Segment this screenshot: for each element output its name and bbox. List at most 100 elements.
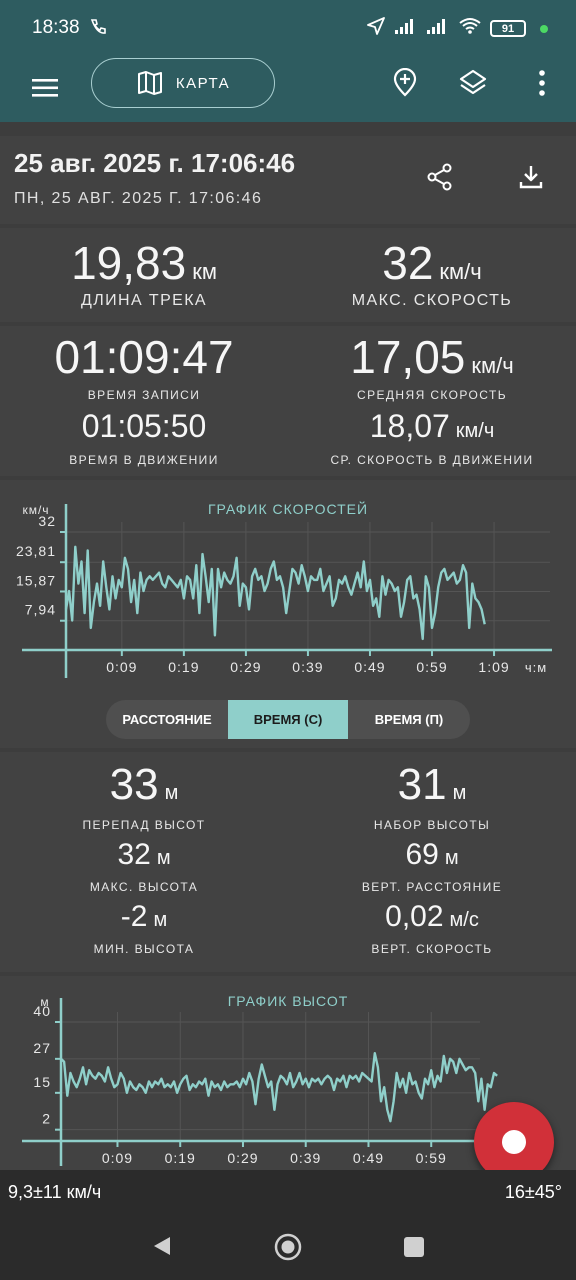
avg-moving-speed-value: 18,07 xyxy=(369,408,450,444)
record-time-label: ВРЕМЯ ЗАПИСИ xyxy=(87,388,201,402)
moving-time-value: 01:05:50 xyxy=(81,408,207,444)
status-bar: 18:38 91 xyxy=(0,0,576,56)
speed-chart[interactable]: ГРАФИК СКОРОСТЕЙкм/ч3223,8115,877,940:09… xyxy=(0,490,576,700)
map-button-label: КАРТА xyxy=(175,74,231,92)
y-tick-label: 15,87 xyxy=(16,572,56,588)
max-speed-stat: 32 км/ч МАКС. СКОРОСТЬ xyxy=(288,236,576,310)
segment-time-elapsed[interactable]: ВРЕМЯ (С) xyxy=(228,700,348,739)
elev-diff-label: ПЕРЕПАД ВЫСОТ xyxy=(82,818,206,832)
elevation-stats-card: 33 м ПЕРЕПАД ВЫСОТ 31 м НАБОР ВЫСОТЫ 32 м М… xyxy=(0,752,576,972)
track-length-unit: км xyxy=(192,259,217,284)
y-tick-label: 40 xyxy=(33,1003,51,1019)
avg-moving-speed-stat: 18,07 км/ч СР. СКОРОСТЬ В ДВИЖЕНИИ xyxy=(288,408,576,467)
y-tick-label: 2 xyxy=(42,1111,51,1127)
vert-dist-label: ВЕРТ. РАССТОЯНИЕ xyxy=(361,880,503,894)
share-icon[interactable] xyxy=(425,162,455,192)
track-length-stat: 19,83 км ДЛИНА ТРЕКА xyxy=(0,236,288,310)
back-icon[interactable] xyxy=(150,1234,174,1258)
vert-speed-label: ВЕРТ. СКОРОСТЬ xyxy=(371,942,493,956)
x-tick-label: 0:59 xyxy=(416,659,447,675)
min-elev-value: -2 xyxy=(120,900,148,933)
more-options-icon[interactable] xyxy=(527,68,557,98)
max-speed-label: МАКС. СКОРОСТЬ xyxy=(351,292,513,309)
record-time-value: 01:09:47 xyxy=(54,331,234,383)
elev-gain-value: 31 xyxy=(397,760,447,809)
map-button[interactable]: КАРТА xyxy=(91,58,275,108)
x-tick-label: 0:29 xyxy=(230,659,261,675)
elev-diff-value: 33 xyxy=(109,760,159,809)
vert-speed-stat: 0,02 м/с ВЕРТ. СКОРОСТЬ xyxy=(288,900,576,956)
signal-2-icon xyxy=(426,17,450,40)
elev-gain-unit: м xyxy=(452,782,467,804)
track-length-value: 19,83 xyxy=(71,237,187,289)
add-location-icon[interactable] xyxy=(390,67,420,98)
vert-dist-value: 69 xyxy=(405,838,439,871)
max-speed-unit: км/ч xyxy=(439,259,482,284)
record-icon xyxy=(502,1130,526,1154)
x-tick-label: 0:19 xyxy=(168,659,199,675)
x-tick-label: 0:09 xyxy=(102,1150,133,1166)
download-icon[interactable] xyxy=(516,162,546,192)
record-time-stat: 01:09:47 ВРЕМЯ ЗАПИСИ xyxy=(0,330,288,402)
map-icon xyxy=(137,71,162,95)
max-elev-value: 32 xyxy=(117,838,151,871)
speed-chart-card: ГРАФИК СКОРОСТЕЙ км/ч 32 23,81 15,87 7,94 0:09… xyxy=(0,480,576,748)
wifi-icon xyxy=(458,17,482,40)
x-tick-label: 0:49 xyxy=(354,659,385,675)
max-elev-unit: м xyxy=(156,847,171,869)
elev-gain-label: НАБОР ВЫСОТЫ xyxy=(373,818,491,832)
x-tick-label: 0:09 xyxy=(106,659,137,675)
max-elev-stat: 32 м МАКС. ВЫСОТА xyxy=(0,838,288,894)
avg-moving-speed-unit: км/ч xyxy=(455,420,495,442)
y-tick-label: 23,81 xyxy=(16,543,56,559)
max-elev-label: МАКС. ВЫСОТА xyxy=(89,880,199,894)
gps-heading: 16±45° xyxy=(504,1182,562,1202)
moving-time-label: ВРЕМЯ В ДВИЖЕНИИ xyxy=(69,453,219,467)
elev-gain-stat: 31 м НАБОР ВЫСОТЫ xyxy=(288,760,576,832)
track-length-label: ДЛИНА ТРЕКА xyxy=(80,292,208,309)
track-title: 25 авг. 2025 г. 17:06:46 xyxy=(14,148,296,178)
x-tick-label: 0:49 xyxy=(353,1150,384,1166)
x-tick-label: 1:09 xyxy=(478,659,509,675)
moving-time-stat: 01:05:50 ВРЕМЯ В ДВИЖЕНИИ xyxy=(0,408,288,467)
elev-diff-stat: 33 м ПЕРЕПАД ВЫСОТ xyxy=(0,760,288,832)
recents-icon[interactable] xyxy=(403,1236,425,1258)
chart-mode-selector[interactable]: РАССТОЯНИЕ ВРЕМЯ (С) ВРЕМЯ (П) xyxy=(106,700,470,739)
avg-moving-speed-label: СР. СКОРОСТЬ В ДВИЖЕНИИ xyxy=(330,453,534,467)
y-tick-label: 27 xyxy=(33,1040,51,1056)
layers-icon[interactable] xyxy=(458,68,488,98)
x-tick-label: 0:19 xyxy=(165,1150,196,1166)
app-bar: КАРТА xyxy=(0,56,576,122)
x-axis-unit: ч:м xyxy=(525,660,547,675)
y-tick-label: 32 xyxy=(38,513,56,529)
gps-info-bar: 9,3±11 км/ч 16±45° xyxy=(0,1170,576,1212)
menu-icon[interactable] xyxy=(30,73,60,103)
avg-speed-unit: км/ч xyxy=(471,353,514,378)
status-time: 18:38 xyxy=(32,17,80,38)
x-tick-label: 0:29 xyxy=(227,1150,258,1166)
signal-1-icon xyxy=(394,17,418,40)
gps-speed-accuracy: 9,3±11 км/ч xyxy=(8,1182,102,1202)
track-subtitle: ПН, 25 АВГ. 2025 Г. 17:06:46 xyxy=(14,190,263,207)
avg-speed-value: 17,05 xyxy=(350,331,466,383)
max-speed-value: 32 xyxy=(382,237,434,289)
track-stats-card-1: 19,83 км ДЛИНА ТРЕКА 32 км/ч МАКС. СКОРОСТ… xyxy=(0,228,576,322)
home-icon[interactable] xyxy=(273,1232,303,1262)
location-arrow-icon xyxy=(366,16,386,41)
elev-diff-unit: м xyxy=(164,782,179,804)
min-elev-unit: м xyxy=(153,909,168,931)
segment-time-moving[interactable]: ВРЕМЯ (П) xyxy=(348,700,470,739)
y-tick-label: 7,94 xyxy=(25,602,56,618)
series-line xyxy=(64,545,486,641)
battery-icon: 91 xyxy=(490,20,526,37)
segment-distance[interactable]: РАССТОЯНИЕ xyxy=(106,700,228,739)
track-stats-card-2: 01:09:47 ВРЕМЯ ЗАПИСИ 17,05 км/ч СРЕДНЯЯ … xyxy=(0,326,576,476)
x-tick-label: 0:39 xyxy=(292,659,323,675)
vert-speed-value: 0,02 xyxy=(385,900,444,933)
x-tick-label: 0:39 xyxy=(290,1150,321,1166)
chart-title: ГРАФИК ВЫСОТ xyxy=(228,993,349,1009)
wifi-call-icon xyxy=(88,17,108,42)
min-elev-stat: -2 м МИН. ВЫСОТА xyxy=(0,900,288,956)
vert-dist-unit: м xyxy=(444,847,459,869)
y-tick-label: 15 xyxy=(33,1074,51,1090)
